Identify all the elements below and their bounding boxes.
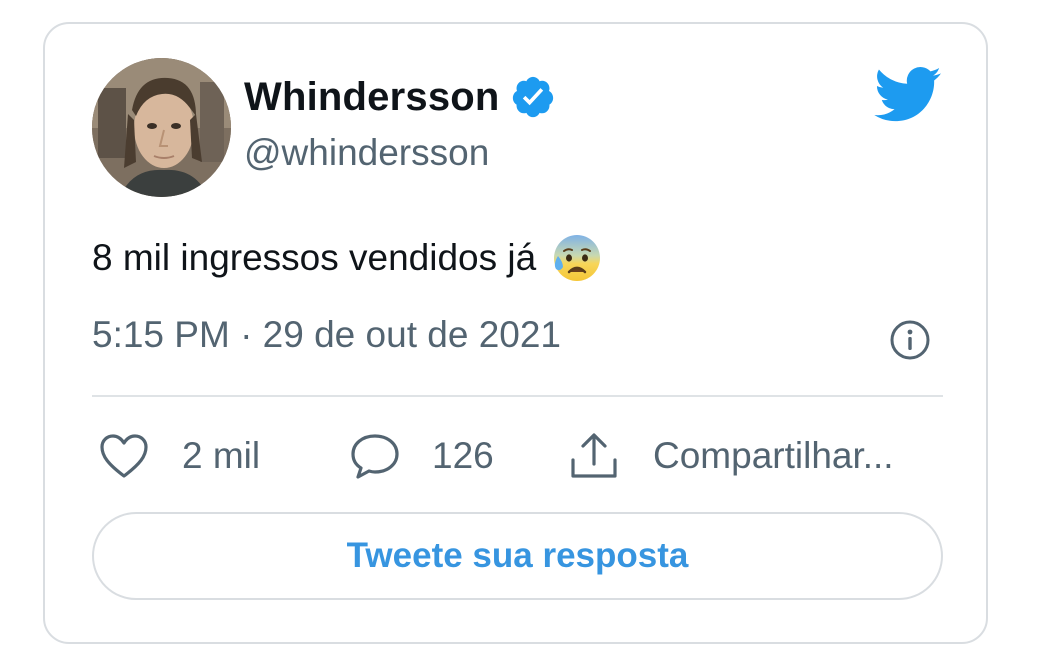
reply-count: 126 xyxy=(432,435,494,476)
tweet-text: 8 mil ingressos vendidos já xyxy=(92,232,602,284)
reply-count-button[interactable]: 126 xyxy=(348,426,494,486)
tweet-actions: 2 mil 126 Compartilhar... xyxy=(92,426,943,486)
twitter-bird-icon[interactable] xyxy=(874,66,942,124)
author-handle[interactable]: @whindersson xyxy=(244,132,489,174)
author-display-name[interactable]: Whindersson xyxy=(244,75,500,120)
profile-photo xyxy=(92,58,231,197)
author-name-row: Whindersson xyxy=(244,72,556,122)
anxious-face-with-sweat-emoji-icon xyxy=(550,232,602,284)
share-button[interactable]: Compartilhar... xyxy=(567,426,894,486)
avatar[interactable] xyxy=(92,58,231,197)
divider xyxy=(92,395,943,397)
tweet-card: Whindersson @whindersson 8 mil ingressos… xyxy=(43,22,988,644)
heart-icon xyxy=(98,432,150,480)
tweet-timestamp[interactable]: 5:15 PM · 29 de out de 2021 xyxy=(92,314,561,356)
verified-badge-icon xyxy=(510,74,556,120)
info-icon[interactable] xyxy=(888,318,932,362)
share-label: Compartilhar... xyxy=(653,435,894,476)
tweet-text-content: 8 mil ingressos vendidos já xyxy=(92,237,537,278)
like-count: 2 mil xyxy=(182,435,261,476)
like-button[interactable]: 2 mil xyxy=(98,426,260,486)
tweet-reply-button[interactable]: Tweete sua resposta xyxy=(92,512,943,600)
share-upload-icon xyxy=(567,430,621,482)
speech-bubble-icon xyxy=(348,431,402,481)
